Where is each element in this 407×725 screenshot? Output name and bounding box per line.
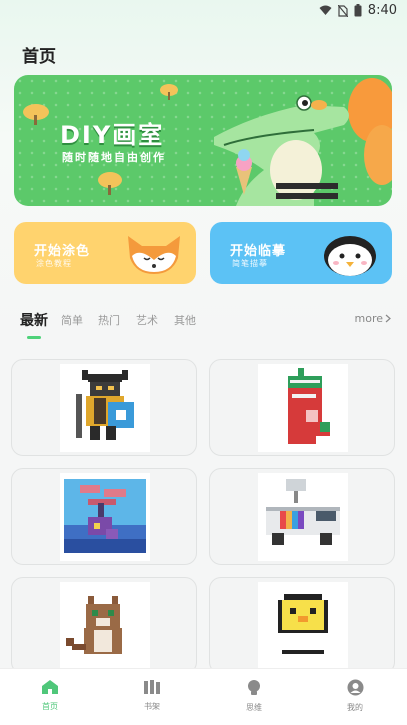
chick-in-egg-pixel-art: [278, 594, 328, 654]
start-coloring-card[interactable]: 开始涂色 涂色教程: [14, 222, 196, 284]
nav-home[interactable]: 首页: [20, 679, 80, 712]
tab-simple[interactable]: 简单: [61, 312, 83, 328]
news-van-pixel-art: [266, 479, 340, 545]
tab-popular[interactable]: 热门: [98, 312, 120, 328]
status-bar: 8:40: [0, 0, 407, 22]
artwork-tile-van[interactable]: [209, 468, 395, 565]
battery-icon: [354, 4, 362, 17]
penguin-icon: [324, 236, 376, 276]
no-sim-icon: [337, 4, 348, 17]
diy-studio-banner[interactable]: DIY画室 随时随地自由创作: [14, 75, 392, 206]
start-coloring-title: 开始涂色: [34, 244, 91, 259]
chevron-right-icon: [385, 314, 391, 323]
profile-icon: [347, 679, 363, 696]
start-copying-subtitle: 简笔描摹: [232, 259, 268, 268]
cat-pixel-art: [66, 596, 122, 654]
artwork-tile-viking[interactable]: [11, 359, 197, 456]
nav-thinking-label: 思维: [246, 703, 262, 712]
chick-thumbnail: [258, 582, 348, 668]
nav-home-label: 首页: [42, 702, 58, 711]
wifi-icon: [319, 5, 332, 15]
artwork-tile-stocking[interactable]: [209, 359, 395, 456]
tab-other[interactable]: 其他: [174, 312, 196, 328]
start-coloring-subtitle: 涂色教程: [36, 259, 72, 268]
bottom-navigation: 首页 书架 思维 我的: [0, 668, 407, 725]
artwork-tile-chick[interactable]: [209, 577, 395, 668]
banner-title: DIY画室: [60, 121, 165, 149]
category-tabs: 最新 简单 热门 艺术 其他 more: [0, 305, 407, 345]
nav-profile-label: 我的: [347, 703, 363, 712]
tree-house-thumbnail: [60, 473, 150, 561]
active-tab-indicator: [27, 336, 41, 339]
nav-bookshelf[interactable]: 书架: [122, 679, 182, 712]
tree-house-pixel-art: [64, 479, 146, 553]
more-label: more: [354, 312, 384, 325]
tab-art[interactable]: 艺术: [136, 312, 158, 328]
home-icon: [42, 680, 58, 694]
christmas-stocking-pixel-art: [288, 368, 330, 444]
artwork-tile-treehouse[interactable]: [11, 468, 197, 565]
cat-thumbnail: [60, 582, 150, 668]
start-copying-card[interactable]: 开始临摹 简笔描摹: [210, 222, 392, 284]
page-title: 首页: [22, 47, 56, 67]
nav-profile[interactable]: 我的: [325, 679, 385, 713]
status-icons: 8:40: [319, 3, 397, 18]
lightbulb-icon: [248, 680, 260, 695]
tab-latest[interactable]: 最新: [20, 310, 48, 330]
christmas-stocking-thumbnail: [258, 364, 348, 452]
nav-bookshelf-label: 书架: [144, 702, 160, 711]
status-time: 8:40: [367, 3, 397, 18]
news-van-thumbnail: [258, 473, 348, 561]
more-link[interactable]: more: [355, 312, 392, 325]
viking-knight-thumbnail: [60, 364, 150, 452]
start-copying-title: 开始临摹: [230, 244, 287, 259]
bookshelf-icon: [144, 680, 160, 694]
artwork-gallery: [0, 345, 407, 668]
viking-knight-pixel-art: [76, 370, 134, 440]
nav-thinking[interactable]: 思维: [224, 679, 284, 713]
banner-subtitle: 随时随地自由创作: [62, 151, 166, 164]
artwork-tile-cat[interactable]: [11, 577, 197, 668]
fox-icon: [128, 236, 180, 274]
